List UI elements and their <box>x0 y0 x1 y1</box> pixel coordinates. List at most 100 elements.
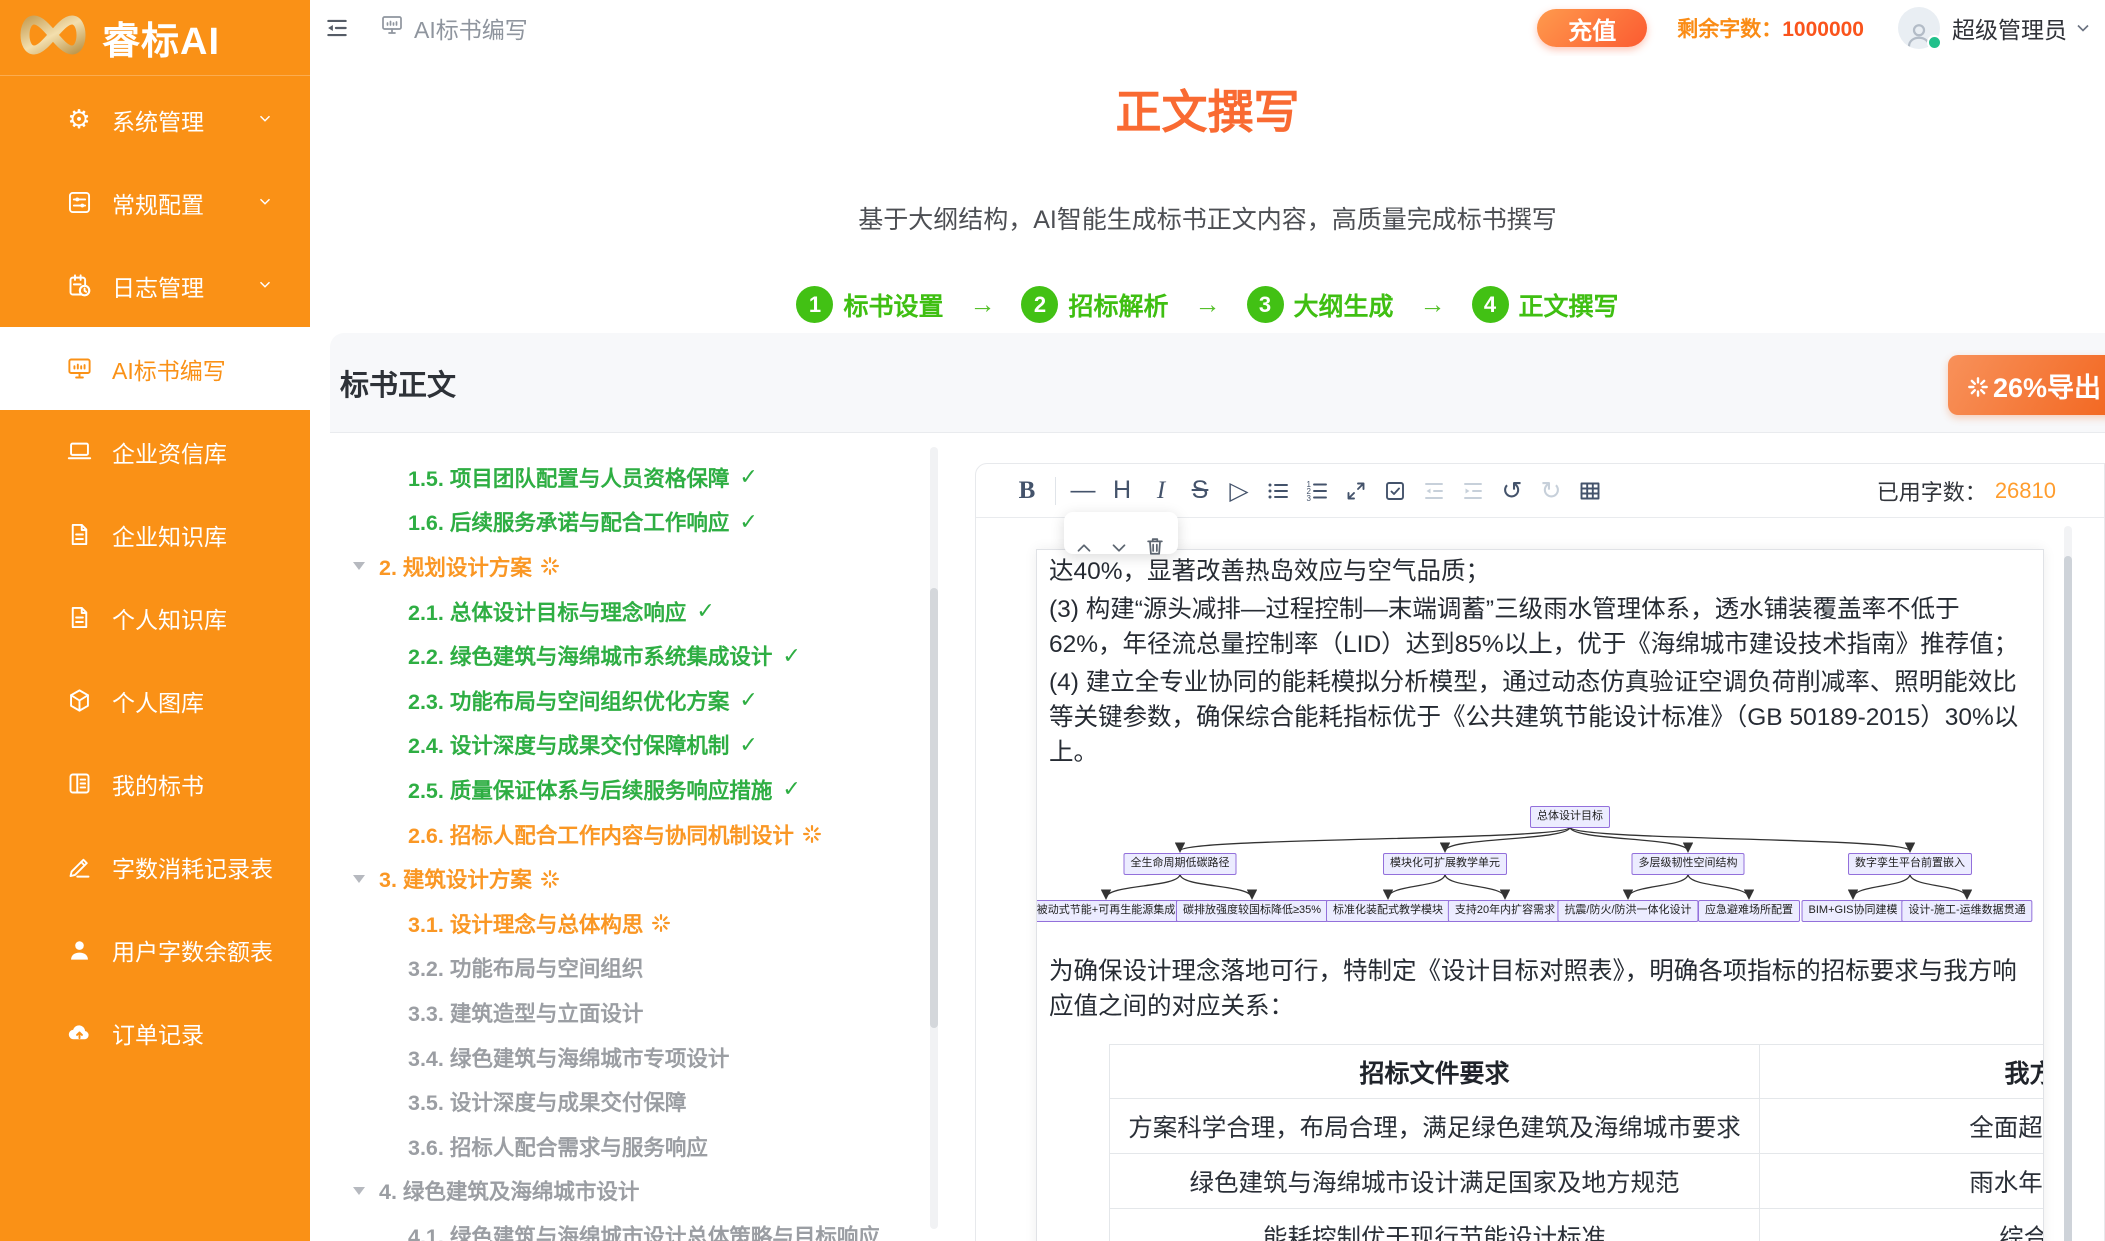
outline-item-1[interactable]: 1.6. 后续服务承诺与配合工作响应✓ <box>310 500 975 545</box>
username[interactable]: 超级管理员 <box>1952 11 2067 45</box>
quote-arrow-icon[interactable]: ▷ <box>1226 474 1252 508</box>
outline-item-label: 2.3. 功能布局与空间组织优化方案 <box>408 685 729 716</box>
generating-spinner-icon <box>540 556 560 576</box>
caret-down-icon[interactable] <box>353 562 365 570</box>
sidebar-item-0[interactable]: ⚙系统管理 <box>0 78 310 161</box>
used-words-counter: 已用字数：26810 <box>1877 464 2056 518</box>
loading-spinner-icon <box>1967 374 1989 396</box>
outline-item-2[interactable]: 2. 规划设计方案 <box>310 544 975 589</box>
laptop-icon <box>64 437 94 467</box>
outline-item-label: 3.3. 建筑造型与立面设计 <box>408 997 643 1028</box>
step-3[interactable]: 3大纲生成 <box>1247 286 1394 323</box>
heading-icon[interactable]: H <box>1109 474 1135 508</box>
chevron-down-icon[interactable] <box>2067 14 2093 43</box>
outline-scrollbar-thumb[interactable] <box>930 588 938 1028</box>
sidebar-item-label: 字数消耗记录表 <box>112 850 273 884</box>
ordered-list-icon[interactable]: 123 <box>1304 474 1330 508</box>
table-header-cell: 我方响应目标 <box>1760 1045 2045 1099</box>
outline-item-4[interactable]: 2.2. 绿色建筑与海绵城市系统集成设计✓ <box>310 633 975 678</box>
outline-item-8[interactable]: 2.6. 招标人配合工作内容与协同机制设计 <box>310 812 975 857</box>
infinity-logo-icon <box>14 12 92 63</box>
outline-item-label: 3.2. 功能布局与空间组织 <box>408 952 643 983</box>
diagram-leaf-node: 被动式节能+可再生能源集成 <box>1036 900 1182 922</box>
app-window: 睿标AI ⚙系统管理常规配置日志管理AI标书编写企业资信库企业知识库个人知识库个… <box>0 0 2105 1241</box>
step-2[interactable]: 2招标解析 <box>1021 286 1168 323</box>
editor-scrollbar-thumb[interactable] <box>2064 556 2072 1241</box>
used-words-value: 26810 <box>1995 478 2056 504</box>
sidebar-item-9[interactable]: 字数消耗记录表 <box>0 825 310 908</box>
outline-item-label: 4. 绿色建筑及海绵城市设计 <box>379 1175 639 1206</box>
sidebar-item-7[interactable]: 个人图库 <box>0 659 310 742</box>
table-icon[interactable] <box>1577 474 1603 508</box>
balance-text: 剩余字数：1000000 <box>1677 13 1864 43</box>
outline-item-17[interactable]: 4.1. 绿色建筑与海绵城市设计总体策略与目标响应 <box>310 1213 975 1241</box>
sidebar-fold-icon[interactable] <box>322 13 352 43</box>
diagram-branch-node: 全生命周期低碳路径 <box>1124 853 1237 875</box>
horizontal-rule-icon[interactable]: — <box>1070 474 1096 508</box>
sidebar-item-5[interactable]: 企业知识库 <box>0 493 310 576</box>
bold-icon[interactable]: B <box>1014 474 1040 508</box>
outline-item-label: 3.5. 设计深度与成果交付保障 <box>408 1086 686 1117</box>
outline-item-label: 2. 规划设计方案 <box>379 551 532 582</box>
sidebar-item-8[interactable]: 我的标书 <box>0 742 310 825</box>
sidebar-item-6[interactable]: 个人知识库 <box>0 576 310 659</box>
sidebar-item-1[interactable]: 常规配置 <box>0 161 310 244</box>
outline-item-label: 3. 建筑设计方案 <box>379 863 532 894</box>
outline-item-13[interactable]: 3.4. 绿色建筑与海绵城市专项设计 <box>310 1035 975 1080</box>
page-subtitle: 基于大纲结构，AI智能生成标书正文内容，高质量完成标书撰写 <box>310 200 2105 236</box>
outline-item-11[interactable]: 3.2. 功能布局与空间组织 <box>310 946 975 991</box>
table-row: 能耗控制优于现行节能设计标准综合能耗降低≥ <box>1110 1209 2045 1241</box>
outline-item-15[interactable]: 3.6. 招标人配合需求与服务响应 <box>310 1124 975 1169</box>
task-checkbox-icon[interactable] <box>1382 474 1408 508</box>
document-icon <box>64 603 94 633</box>
sidebar-item-11[interactable]: 订单记录 <box>0 991 310 1074</box>
table-row: 方案科学合理，布局合理，满足绿色建筑及海绵城市要求全面超越国标，实现 <box>1110 1099 2045 1154</box>
sidebar-item-3[interactable]: AI标书编写 <box>0 327 310 410</box>
toolbar-divider <box>1055 477 1056 505</box>
step-4[interactable]: 4正文撰写 <box>1472 286 1619 323</box>
trash-icon[interactable] <box>1144 535 1166 557</box>
sidebar-item-10[interactable]: 用户字数余额表 <box>0 908 310 991</box>
outline-item-6[interactable]: 2.4. 设计深度与成果交付保障机制✓ <box>310 723 975 768</box>
outline-item-5[interactable]: 2.3. 功能布局与空间组织优化方案✓ <box>310 678 975 723</box>
document-page[interactable]: 达40%，显著改善热岛效应与空气品质；(3) 构建“源头减排—过程控制—末端调蓄… <box>1036 549 2044 1241</box>
bullet-list-icon[interactable] <box>1265 474 1291 508</box>
arrow-right-icon: → <box>1195 289 1221 320</box>
avatar[interactable] <box>1898 7 1940 49</box>
move-up-icon[interactable] <box>1073 537 1095 559</box>
gear-icon: ⚙ <box>64 105 94 135</box>
strikethrough-icon[interactable]: S <box>1187 474 1213 508</box>
svg-text:3: 3 <box>1307 494 1312 503</box>
caret-down-icon[interactable] <box>353 1187 365 1195</box>
sidebar-item-2[interactable]: 日志管理 <box>0 244 310 327</box>
italic-icon[interactable]: I <box>1148 474 1174 508</box>
diagram-leaf-node: 支持20年内扩容需求 <box>1448 900 1562 922</box>
step-1[interactable]: 1标书设置 <box>796 286 943 323</box>
move-down-icon[interactable] <box>1108 537 1130 559</box>
outline-item-10[interactable]: 3.1. 设计理念与总体构思 <box>310 901 975 946</box>
step-number: 2 <box>1021 286 1058 323</box>
outline-item-16[interactable]: 4. 绿色建筑及海绵城市设计 <box>310 1169 975 1214</box>
undo-icon[interactable]: ↺ <box>1499 474 1525 508</box>
sidebar-item-4[interactable]: 企业资信库 <box>0 410 310 493</box>
outline-item-label: 4.1. 绿色建筑与海绵城市设计总体策略与目标响应 <box>408 1220 880 1241</box>
caret-down-icon[interactable] <box>353 875 365 883</box>
outline-item-0[interactable]: 1.5. 项目团队配置与人员资格保障✓ <box>310 455 975 500</box>
outline-item-12[interactable]: 3.3. 建筑造型与立面设计 <box>310 990 975 1035</box>
outline-item-7[interactable]: 2.5. 质量保证体系与后续服务响应措施✓ <box>310 767 975 812</box>
export-button[interactable]: 26%导出 <box>1948 355 2105 415</box>
outline-item-3[interactable]: 2.1. 总体设计目标与理念响应✓ <box>310 589 975 634</box>
expand-icon[interactable] <box>1343 474 1369 508</box>
editor-content-area[interactable]: 达40%，显著改善热岛效应与空气品质；(3) 构建“源头减排—过程控制—末端调蓄… <box>976 518 2104 1241</box>
doc-paragraph: (4) 建立全专业协同的能耗模拟分析模型，通过动态仿真验证空调负荷削减率、照明能… <box>1049 665 2031 770</box>
outline-item-label: 2.4. 设计深度与成果交付保障机制 <box>408 729 729 760</box>
sidebar-item-label: 用户字数余额表 <box>112 933 273 967</box>
recharge-button[interactable]: 充值 <box>1537 9 1647 47</box>
outline-item-14[interactable]: 3.5. 设计深度与成果交付保障 <box>310 1079 975 1124</box>
outline-item-label: 1.5. 项目团队配置与人员资格保障 <box>408 462 729 493</box>
sidebar-item-label: 个人知识库 <box>112 601 227 635</box>
outline-item-9[interactable]: 3. 建筑设计方案 <box>310 856 975 901</box>
arrow-right-icon: → <box>969 289 995 320</box>
generating-spinner-icon <box>651 913 671 933</box>
block-actions-popup <box>1064 512 1178 554</box>
